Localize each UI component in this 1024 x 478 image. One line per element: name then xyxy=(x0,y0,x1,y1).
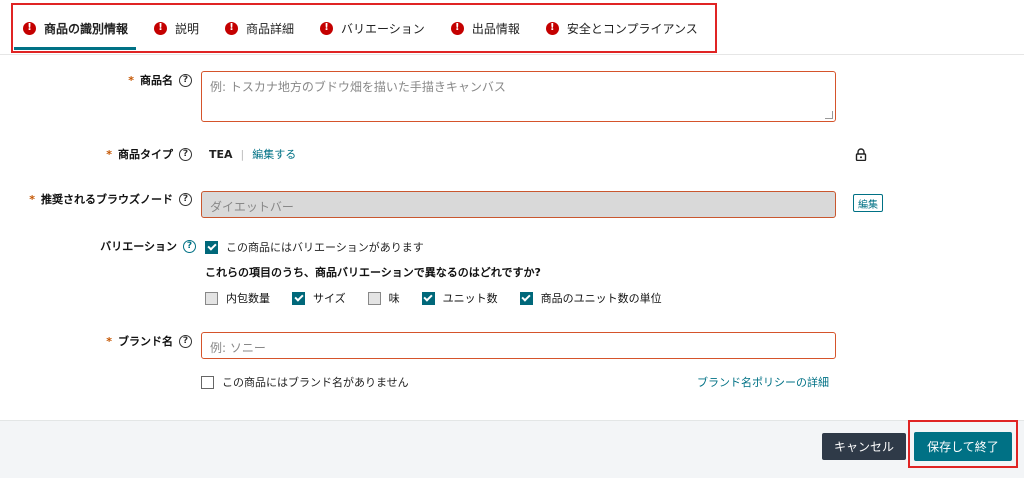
required-mark: * xyxy=(106,147,112,161)
tab-label: 安全とコンプライアンス xyxy=(566,21,698,36)
brand-policy-link[interactable]: ブランド名ポリシーの詳細 xyxy=(697,374,829,390)
product-name-label: * 商品名 ? xyxy=(40,73,192,87)
option-unit-count[interactable]: ユニット数 xyxy=(421,290,498,306)
product-type-value: TEA | 編集する xyxy=(209,146,296,162)
option-size[interactable]: サイズ xyxy=(292,290,346,306)
option-package-quantity[interactable]: 内包数量 xyxy=(205,290,270,306)
tab-label: 商品の識別情報 xyxy=(44,21,129,36)
option-label: 商品のユニット数の単位 xyxy=(540,292,662,305)
variation-label: バリエーション ? xyxy=(40,239,196,253)
variation-question: これらの項目のうち、商品バリエーションで異なるのはどれですか? xyxy=(205,266,541,279)
no-brand-checkbox-row[interactable]: この商品にはブランド名がありません xyxy=(201,374,409,390)
checkbox[interactable] xyxy=(367,291,381,305)
product-name-label-text: 商品名 xyxy=(140,74,173,87)
browse-node-label-text: 推奨されるブラウズノード xyxy=(41,193,173,206)
error-icon: ! xyxy=(450,21,464,35)
tab-label: 商品詳細 xyxy=(246,21,295,36)
brand-label-text: ブランド名 xyxy=(118,335,173,348)
no-brand-checkbox[interactable] xyxy=(201,375,214,389)
tab-divider xyxy=(0,54,1024,55)
brand-input[interactable]: 例: ソニー xyxy=(201,332,836,359)
lock-icon xyxy=(855,148,867,161)
product-type-label-text: 商品タイプ xyxy=(118,148,173,161)
tab-product-details[interactable]: ! 商品詳細 xyxy=(217,8,302,48)
browse-node-placeholder: ダイエットバー xyxy=(210,200,294,214)
brand-placeholder: 例: ソニー xyxy=(210,341,266,355)
question-circle-icon[interactable]: ? xyxy=(179,192,192,206)
no-brand-label: この商品にはブランド名がありません xyxy=(222,376,409,389)
option-label: ユニット数 xyxy=(442,292,498,305)
product-type-text: TEA xyxy=(209,147,233,161)
question-circle-icon[interactable]: ? xyxy=(183,239,196,253)
required-mark: * xyxy=(106,334,112,348)
option-unit-count-type[interactable]: 商品のユニット数の単位 xyxy=(519,290,662,306)
has-variations-checkbox[interactable] xyxy=(205,240,218,254)
browse-node-label: * 推奨されるブラウズノード ? xyxy=(10,192,192,206)
option-flavor[interactable]: 味 xyxy=(367,290,400,306)
variation-options: 内包数量 サイズ 味 ユニット数 商品のユニット数の単位 xyxy=(205,290,684,306)
error-icon: ! xyxy=(545,21,559,35)
error-icon: ! xyxy=(320,21,334,35)
question-circle-icon[interactable]: ? xyxy=(179,334,192,348)
checkbox[interactable] xyxy=(205,291,218,305)
tab-label: 出品情報 xyxy=(471,21,520,36)
edit-browse-node-button[interactable]: 編集 xyxy=(853,194,883,212)
tab-offer[interactable]: ! 出品情報 xyxy=(443,8,528,48)
product-name-input[interactable]: 例: トスカナ地方のブドウ畑を描いた手描きキャンバス xyxy=(201,71,836,122)
checkbox[interactable] xyxy=(519,291,533,305)
tab-description[interactable]: ! 説明 xyxy=(146,8,207,48)
option-label: 内包数量 xyxy=(226,292,270,305)
brand-label: * ブランド名 ? xyxy=(40,334,192,348)
product-type-label: * 商品タイプ ? xyxy=(40,147,192,161)
browse-node-input: ダイエットバー xyxy=(201,191,836,218)
product-name-placeholder: 例: トスカナ地方のブドウ畑を描いた手描きキャンバス xyxy=(210,80,506,94)
cancel-button[interactable]: キャンセル xyxy=(822,433,906,460)
save-and-finish-button[interactable]: 保存して終了 xyxy=(914,432,1012,461)
required-mark: * xyxy=(29,192,35,206)
checkbox[interactable] xyxy=(292,291,305,305)
tab-variations[interactable]: ! バリエーション xyxy=(312,8,433,48)
tab-label: 説明 xyxy=(175,21,200,36)
tab-bar: ! 商品の識別情報 ! 説明 ! 商品詳細 ! バリエーション ! 出品情報 !… xyxy=(14,8,716,50)
option-label: サイズ xyxy=(313,292,346,305)
variation-label-text: バリエーション xyxy=(100,240,177,253)
edit-product-type-link[interactable]: 編集する xyxy=(252,146,296,162)
option-label: 味 xyxy=(388,292,400,305)
question-circle-icon[interactable]: ? xyxy=(179,147,192,161)
tab-product-identity[interactable]: ! 商品の識別情報 xyxy=(14,8,137,50)
required-mark: * xyxy=(128,73,134,87)
has-variations-label: この商品にはバリエーションがあります xyxy=(226,241,424,254)
has-variations-checkbox-row[interactable]: この商品にはバリエーションがあります xyxy=(205,239,424,255)
error-icon: ! xyxy=(225,21,239,35)
error-icon: ! xyxy=(154,21,168,35)
separator: | xyxy=(240,147,245,161)
tab-label: バリエーション xyxy=(341,21,425,36)
tab-safety-compliance[interactable]: ! 安全とコンプライアンス xyxy=(538,8,706,48)
resize-grip-icon[interactable] xyxy=(825,111,833,119)
question-circle-icon[interactable]: ? xyxy=(179,73,192,87)
error-icon: ! xyxy=(23,21,36,35)
checkbox[interactable] xyxy=(421,291,435,305)
